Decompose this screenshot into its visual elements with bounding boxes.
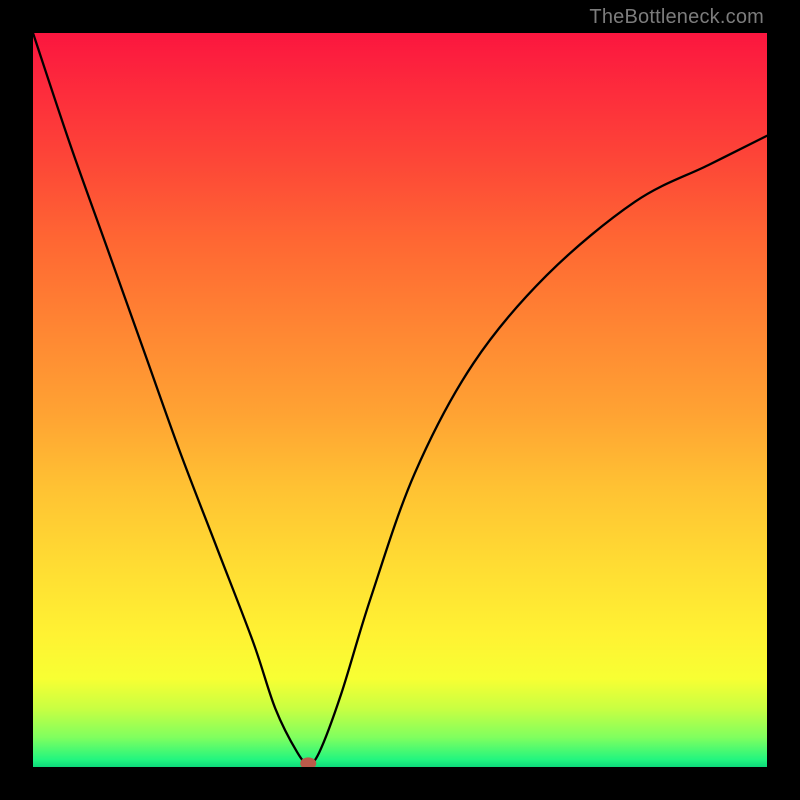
watermark-text: TheBottleneck.com — [589, 6, 764, 29]
plot-area — [33, 33, 767, 767]
bottleneck-curve — [33, 33, 767, 763]
chart-svg — [33, 33, 767, 767]
